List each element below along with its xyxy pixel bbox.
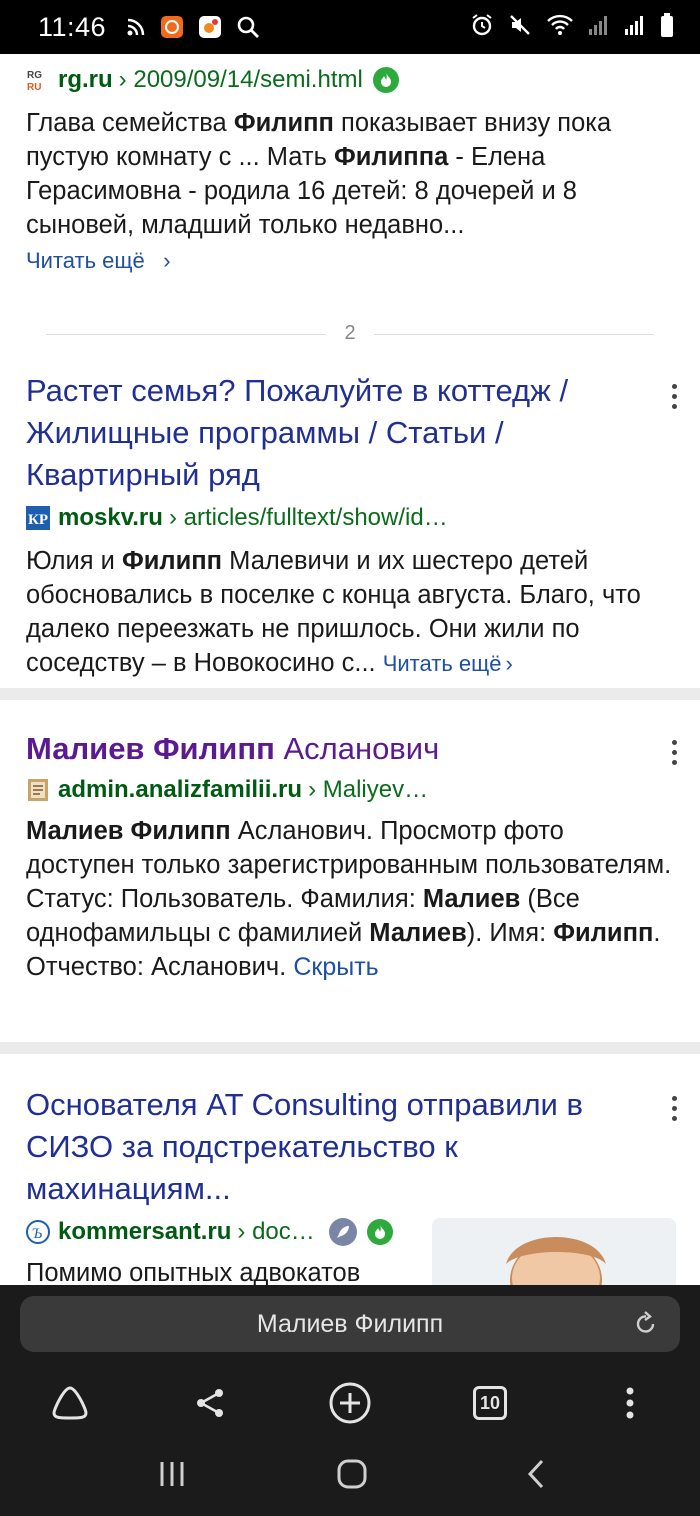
tabs-count: 10 <box>479 1392 501 1413</box>
search-results: RG RU rg.ru › 2009/09/14/semi.html Глава … <box>0 54 700 1285</box>
rss-icon <box>126 17 146 37</box>
snippet-bold: Малиев <box>422 885 521 913</box>
snippet-text: ). Имя: <box>466 919 554 947</box>
home-icon[interactable] <box>322 1449 382 1499</box>
svg-text:Ъ: Ъ <box>32 1226 42 1242</box>
chevron-right-icon: › <box>505 651 513 676</box>
document-favicon <box>26 778 50 802</box>
share-icon[interactable] <box>180 1373 240 1433</box>
result-snippet: Малиев Филипп Асланович. Просмотр фото д… <box>26 814 674 984</box>
omnibox[interactable]: Малиев Филипп <box>20 1296 680 1352</box>
alarm-icon <box>470 13 494 42</box>
result-snippet: Помимо опытных адвокатов <box>26 1259 361 1285</box>
browser-bottom-bar: Малиев Филипп 10 <box>0 1285 700 1516</box>
result-menu-button[interactable] <box>672 384 678 409</box>
tabs-counter-button[interactable]: 10 <box>460 1373 520 1433</box>
result-title-link[interactable]: Основателя AT Consulting отправили в СИЗ… <box>26 1084 674 1210</box>
search-result: Растет семья? Пожалуйте в коттедж / Жили… <box>0 370 700 688</box>
result-domain: moskv.ru <box>58 504 163 531</box>
read-more-label: Читать ещё <box>382 651 502 676</box>
battery-icon <box>660 12 674 43</box>
result-url[interactable]: Ъ kommersant.ru › doc… <box>26 1218 426 1246</box>
result-url[interactable]: КР moskv.ru › articles/fulltext/show/id… <box>26 504 674 532</box>
result-path-text: doc… <box>252 1218 315 1245</box>
svg-text:КР: КР <box>28 512 48 528</box>
reload-icon[interactable] <box>634 1310 658 1343</box>
snippet-bold: Малиев <box>369 919 467 947</box>
wifi-icon <box>546 13 574 42</box>
result-path: › articles/fulltext/show/id… <box>168 504 448 531</box>
hide-link[interactable]: Скрыть <box>293 953 378 981</box>
search-result: Малиев Филипп Асланович admin.analizfami… <box>0 700 700 1042</box>
rg-favicon: RG RU <box>26 68 50 93</box>
result-path-text: Maliyev… <box>322 776 429 803</box>
result-domain: rg.ru <box>58 66 113 93</box>
read-more-link[interactable]: Читать ещё › <box>26 248 674 274</box>
ok-app-icon <box>160 15 184 39</box>
page-separator: 2 <box>0 298 700 370</box>
snippet-bold: Филипп <box>121 547 223 575</box>
signal-icon-2 <box>624 13 646 42</box>
svg-text:RU: RU <box>27 82 41 92</box>
alice-assistant-icon[interactable] <box>40 1373 100 1433</box>
read-more-link[interactable]: Читать ещё › <box>383 651 513 676</box>
status-time: 11:46 <box>38 11 107 42</box>
result-divider <box>0 688 700 700</box>
signal-icon <box>588 13 610 42</box>
search-icon <box>236 15 260 39</box>
result-path-text: articles/fulltext/show/id… <box>183 504 448 531</box>
status-bar: 11:46 <box>0 0 700 54</box>
kommersant-favicon: Ъ <box>26 1220 50 1244</box>
result-menu-button[interactable] <box>672 740 678 765</box>
odnoklassniki-app-icon <box>198 15 222 39</box>
result-thumbnail[interactable] <box>432 1218 676 1285</box>
snippet-bold: Малиев Филипп <box>26 817 231 845</box>
snippet-bold: Филипп <box>233 109 334 137</box>
flame-badge-icon <box>372 67 399 93</box>
omnibox-query: Малиев Филипп <box>256 1309 444 1338</box>
search-result: Основателя AT Consulting отправили в СИЗ… <box>0 1054 700 1285</box>
result-url[interactable]: RG RU rg.ru › 2009/09/14/semi.html <box>26 66 674 94</box>
search-result: RG RU rg.ru › 2009/09/14/semi.html Глава … <box>0 54 700 298</box>
result-snippet: Глава семейства Филипп показывает внизу … <box>26 106 674 242</box>
result-snippet: Юлия и Филипп Малевичи и их шестеро дете… <box>26 544 674 681</box>
result-path: › 2009/09/14/semi.html <box>118 66 363 93</box>
snippet-bold: Филипп <box>553 919 654 947</box>
result-url[interactable]: admin.analizfamilii.ru › Maliyev… <box>26 776 674 804</box>
back-icon[interactable] <box>506 1449 566 1499</box>
title-rest: Асланович <box>274 731 440 766</box>
result-domain: admin.analizfamilii.ru <box>58 776 303 803</box>
snippet-bold: Филиппа <box>333 143 449 171</box>
result-path-text: 2009/09/14/semi.html <box>133 66 363 93</box>
system-navigation-bar <box>0 1435 700 1516</box>
tabs-icon: 10 <box>473 1386 507 1420</box>
read-more-label: Читать ещё <box>26 248 145 273</box>
result-path: › Maliyev… <box>308 776 429 803</box>
flame-badge-icon <box>366 1219 393 1245</box>
recent-apps-icon[interactable] <box>142 1449 202 1499</box>
chevron-right-icon: › <box>163 248 171 273</box>
mute-icon <box>508 13 532 42</box>
snippet-text: Глава семейства <box>26 109 234 137</box>
result-domain: kommersant.ru <box>58 1218 232 1245</box>
turbo-rocket-icon <box>328 1218 357 1246</box>
more-menu-icon[interactable] <box>600 1373 660 1433</box>
snippet-text: Юлия и <box>26 547 122 575</box>
result-path: › doc… <box>237 1218 315 1245</box>
result-divider <box>0 1042 700 1054</box>
kp-favicon: КР <box>26 506 50 530</box>
result-menu-button[interactable] <box>672 1096 678 1121</box>
browser-toolbar: 10 <box>0 1373 700 1433</box>
result-title-link[interactable]: Малиев Филипп Асланович <box>26 728 674 770</box>
title-bold: Малиев Филипп <box>26 731 275 766</box>
svg-text:RG: RG <box>27 70 42 81</box>
result-title-link[interactable]: Растет семья? Пожалуйте в коттедж / Жили… <box>26 370 674 496</box>
new-tab-plus-icon[interactable] <box>320 1373 380 1433</box>
